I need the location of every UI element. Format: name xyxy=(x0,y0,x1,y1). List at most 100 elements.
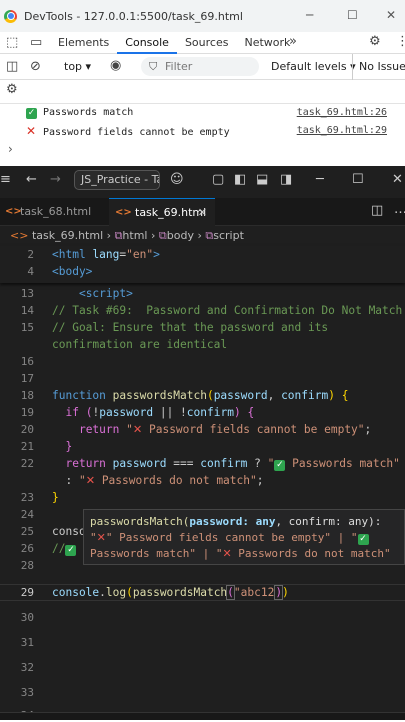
line-number: 15 xyxy=(20,321,34,334)
line-number: 16 xyxy=(20,355,34,368)
tab-task-68[interactable]: <> task_68.html xyxy=(0,198,108,226)
menu-icon[interactable]: ≡ xyxy=(0,172,11,187)
breadcrumb-file[interactable]: task_69.html xyxy=(32,229,103,242)
more-options-icon[interactable]: ⋮ xyxy=(396,34,405,49)
device-toolbar-icon[interactable]: ▭ xyxy=(30,35,42,50)
tab-label: task_68.html xyxy=(20,205,92,218)
tab-sources[interactable]: Sources xyxy=(177,32,237,54)
breadcrumb-body[interactable]: body xyxy=(167,229,194,242)
devtools-window: DevTools - 127.0.0.1:5500/task_69.html ─… xyxy=(0,0,405,166)
hint-return-type: " Password fields cannot be empty" | " xyxy=(105,531,358,544)
devtools-tab-bar: ⬚ ▭ Elements Console Sources Network » ⚙… xyxy=(0,32,405,54)
toggle-secondary-sidebar-icon[interactable]: ◨ xyxy=(280,172,292,187)
code-line[interactable]: conso xyxy=(52,523,86,540)
check-mark-icon: ✓ xyxy=(26,108,37,119)
line-number: 25 xyxy=(20,525,34,538)
minimize-icon[interactable]: ─ xyxy=(316,172,324,187)
code-line[interactable]: : "✕ Passwords do not match"; xyxy=(52,472,263,489)
copilot-icon[interactable]: ☺ xyxy=(170,172,184,187)
line-number: 2 xyxy=(27,248,34,261)
code-line[interactable]: <body> xyxy=(52,263,92,280)
toggle-panel-icon[interactable]: ⬓ xyxy=(256,172,268,187)
split-editor-icon[interactable]: ◫ xyxy=(371,203,383,218)
line-number: 13 xyxy=(20,287,34,300)
more-actions-icon[interactable]: … xyxy=(394,202,405,217)
settings-gear-icon[interactable]: ⚙ xyxy=(369,34,381,49)
line-number: 20 xyxy=(20,423,34,436)
tab-task-69[interactable]: <> task_69.html ✕ xyxy=(109,198,215,226)
toggle-sidebar-icon[interactable]: ◧ xyxy=(234,172,246,187)
code-line[interactable]: // Goal: Ensure that the password and it… xyxy=(52,319,328,336)
more-tabs-icon[interactable]: » xyxy=(289,34,297,49)
hint-return-type: Passwords match" | " xyxy=(90,547,223,560)
cross-mark-icon: ✕ xyxy=(26,124,37,138)
console-toolbar: ◫ ⊘ top ▾ ◉ ⛉ Filter Default levels ▾ No … xyxy=(0,54,405,80)
sidebar-toggle-icon[interactable]: ◫ xyxy=(6,59,18,74)
console-message: ✓ Passwords match task_69.html:26 xyxy=(0,104,405,122)
close-icon[interactable]: ✕ xyxy=(392,172,403,187)
line-number: 21 xyxy=(20,440,34,453)
tab-elements[interactable]: Elements xyxy=(50,32,117,54)
status-bar xyxy=(0,712,405,720)
code-line[interactable]: return password === confirm ? " ✓ Passwor… xyxy=(52,455,400,472)
breadcrumb: <> task_69.html › ⧉html › ⧉body › ⧉scrip… xyxy=(10,229,244,242)
maximize-icon[interactable]: ☐ xyxy=(347,8,358,22)
levels-dropdown[interactable]: Default levels ▾ xyxy=(271,60,356,73)
code-line[interactable]: <script> xyxy=(52,285,133,302)
line-number: 18 xyxy=(20,389,34,402)
maximize-icon[interactable]: ☐ xyxy=(352,172,364,187)
code-line[interactable]: <html lang="en"> xyxy=(52,246,160,263)
search-text: JS_Practice - Tas xyxy=(81,173,159,186)
code-line[interactable]: } xyxy=(52,489,59,506)
code-editor[interactable]: 13 <script> 14 // Task #69: Password and… xyxy=(0,285,405,705)
back-arrow-icon[interactable]: ← xyxy=(26,172,37,187)
breadcrumb-html[interactable]: html xyxy=(122,229,147,242)
message-text: Password fields cannot be empty xyxy=(43,127,230,138)
command-center-search[interactable]: JS_Practice - Tas xyxy=(74,170,160,190)
editor-tab-bar: <> task_68.html <> task_69.html ✕ ◫ … xyxy=(0,198,405,226)
console-prompt[interactable]: › xyxy=(8,142,13,156)
close-icon[interactable]: ✕ xyxy=(386,8,396,22)
issues-button[interactable]: No Issues xyxy=(359,60,405,73)
line-number: 14 xyxy=(20,304,34,317)
minimize-icon[interactable]: ─ xyxy=(306,8,313,22)
code-line[interactable]: //✓ xyxy=(52,540,77,557)
message-source-link[interactable]: task_69.html:26 xyxy=(297,104,387,122)
filter-placeholder: Filter xyxy=(165,60,193,73)
tab-console[interactable]: Console xyxy=(117,32,177,54)
code-line[interactable]: if (!password || !confirm) { xyxy=(52,404,254,421)
inspect-icon[interactable]: ⬚ xyxy=(6,35,18,50)
filter-input[interactable]: ⛉ Filter xyxy=(141,57,259,76)
line-number: 22 xyxy=(20,457,34,470)
context-selector[interactable]: top ▾ xyxy=(64,60,91,73)
line-number: 33 xyxy=(20,686,34,699)
html-file-icon: <> xyxy=(10,229,29,242)
eye-icon[interactable]: ◉ xyxy=(110,58,121,73)
code-line[interactable]: // Task #69: Password and Confirmation D… xyxy=(52,302,402,319)
code-line[interactable]: confirmation are identical xyxy=(52,336,227,353)
line-number: 4 xyxy=(27,265,34,278)
vscode-title-bar: ≡ ← → JS_Practice - Tas ☺ ▢ ◧ ⬓ ◨ ─ ☐ ✕ xyxy=(0,166,405,194)
line-number: 28 xyxy=(20,559,34,572)
message-text: Passwords match xyxy=(43,107,134,118)
window-title: DevTools - 127.0.0.1:5500/task_69.html xyxy=(24,9,243,23)
filter-icon: ⛉ xyxy=(149,60,158,73)
console-settings-gear-icon[interactable]: ⚙ xyxy=(6,82,18,97)
code-line[interactable]: } xyxy=(52,438,72,455)
code-line[interactable]: console.log(passwordsMatch("abc12)) xyxy=(52,584,289,601)
code-line[interactable]: function passwordsMatch(password, confir… xyxy=(52,387,348,404)
message-source-link[interactable]: task_69.html:29 xyxy=(297,122,387,140)
tab-label: task_69.html xyxy=(135,206,207,219)
hint-function: passwordsMatch( xyxy=(90,515,190,528)
breadcrumb-script[interactable]: script xyxy=(213,229,244,242)
clear-console-icon[interactable]: ⊘ xyxy=(30,59,41,74)
layout-icon[interactable]: ▢ xyxy=(212,172,224,187)
line-number: 24 xyxy=(20,508,34,521)
forward-arrow-icon[interactable]: → xyxy=(50,172,61,187)
hint-return-type: Passwords do not match" xyxy=(231,547,391,560)
close-tab-icon[interactable]: ✕ xyxy=(198,199,207,227)
code-line[interactable]: return "✕ Password fields cannot be empt… xyxy=(52,421,371,438)
context-label: top xyxy=(64,60,83,73)
hint-param: password: any xyxy=(189,515,276,528)
line-number: 17 xyxy=(20,372,34,385)
